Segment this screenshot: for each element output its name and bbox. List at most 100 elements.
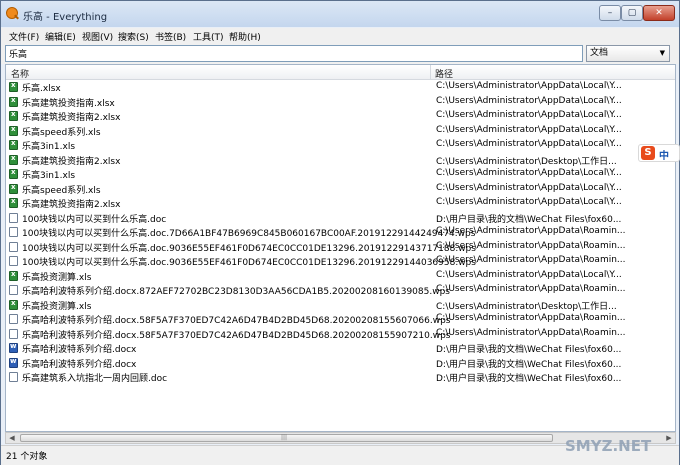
excel-icon xyxy=(9,168,18,179)
file-name: 乐高speed系列.xls xyxy=(22,127,101,138)
scroll-right-icon[interactable]: ▶ xyxy=(664,434,674,442)
file-name: 乐高哈利波特系列介绍.docx.872AEF72702BC23D8130D3AA… xyxy=(22,287,450,297)
table-row[interactable]: 乐高建筑投资指南2.xlsx C:\Users\Administrator\Des… xyxy=(6,153,675,167)
sogou-logo-icon: S xyxy=(641,146,655,160)
table-row[interactable]: 乐高speed系列.xls C:\Users\Administrator\AppD… xyxy=(6,182,675,196)
file-path: C:\Users\Administrator\AppData\Roamin... xyxy=(436,284,626,294)
word-icon xyxy=(9,342,18,353)
file-name: 100块钱以内可以买到什么乐高.doc.9036E55EF461F0D674EC… xyxy=(22,258,476,268)
table-row[interactable]: 乐高3in1.xls C:\Users\Administrator\AppData… xyxy=(6,138,675,152)
menu-file[interactable]: 文件(F) xyxy=(9,30,39,43)
file-path: D:\用户目录\我的文档\WeChat Files\fox60... xyxy=(436,214,622,225)
column-header-name[interactable]: 名称 xyxy=(11,67,29,80)
excel-icon xyxy=(9,81,18,92)
table-row[interactable]: 100块钱以内可以买到什么乐高.doc.7D66A1BF47B6969C845B… xyxy=(6,225,675,239)
wps-icon xyxy=(9,241,18,252)
excel-icon xyxy=(9,125,18,136)
table-row[interactable]: 100块钱以内可以买到什么乐高.doc.9036E55EF461F0D674EC… xyxy=(6,240,675,254)
file-name: 乐高.xlsx xyxy=(22,84,61,94)
doc-icon xyxy=(9,212,18,223)
column-divider[interactable] xyxy=(430,65,431,79)
file-name: 100块钱以内可以买到什么乐高.doc.9036E55EF461F0D674EC… xyxy=(22,243,476,254)
scroll-thumb[interactable]: ||| xyxy=(20,434,553,442)
table-row[interactable]: 乐高建筑投资指南.xlsx C:\Users\Administrator\AppD… xyxy=(6,95,675,109)
file-name: 乐高哈利波特系列介绍.docx xyxy=(22,359,137,370)
file-name: 乐高建筑投资指南.xlsx xyxy=(22,98,115,109)
excel-icon xyxy=(9,96,18,107)
file-path: C:\Users\Administrator\AppData\Roamin... xyxy=(436,226,626,236)
file-path: C:\Users\Administrator\AppData\Local\Y..… xyxy=(436,269,622,280)
table-row[interactable]: 乐高.xlsx C:\Users\Administrator\AppData\Lo… xyxy=(6,80,675,94)
menu-help[interactable]: 帮助(H) xyxy=(229,30,261,43)
file-path: C:\Users\Administrator\AppData\Local\Y..… xyxy=(436,124,622,135)
table-row[interactable]: 乐高哈利波特系列介绍.docx.58F5A7F370ED7C42A6D47B4D… xyxy=(6,312,675,326)
results-list[interactable]: 名称 路径 乐高.xlsx C:\Users\Administrator\AppD… xyxy=(5,64,676,432)
search-input[interactable] xyxy=(5,45,583,62)
table-row[interactable]: 乐高speed系列.xls C:\Users\Administrator\AppD… xyxy=(6,124,675,138)
file-name: 乐高建筑系入坑指北一周内回顾.doc xyxy=(22,374,168,384)
wps-icon xyxy=(9,314,18,324)
table-row[interactable]: 乐高投资测算.xls C:\Users\Administrator\Desktop… xyxy=(6,298,675,312)
file-name: 乐高哈利波特系列介绍.docx.58F5A7F370ED7C42A6D47B4D… xyxy=(22,330,451,341)
file-path: C:\Users\Administrator\AppData\Local\Y..… xyxy=(436,95,622,106)
wps-icon xyxy=(9,285,18,295)
menu-search[interactable]: 搜索(S) xyxy=(118,30,149,43)
table-row[interactable]: 乐高哈利波特系列介绍.docx D:\用户目录\我的文档\WeChat Files… xyxy=(6,341,675,355)
file-path: C:\Users\Administrator\AppData\Local\Y..… xyxy=(436,81,622,91)
excel-icon xyxy=(9,299,18,310)
excel-icon xyxy=(9,270,18,281)
file-name: 乐高建筑投资指南2.xlsx xyxy=(22,113,121,123)
chevron-down-icon: ▼ xyxy=(659,49,665,57)
maximize-button[interactable]: ▢ xyxy=(621,5,643,21)
file-path: C:\Users\Administrator\AppData\Local\Y..… xyxy=(436,139,622,149)
ime-mode[interactable]: 中 xyxy=(659,147,669,162)
ime-toolbar[interactable]: S 中 xyxy=(638,144,680,162)
scroll-left-icon[interactable]: ◀ xyxy=(7,434,17,442)
table-row[interactable]: 乐高哈利波特系列介绍.docx.58F5A7F370ED7C42A6D47B4D… xyxy=(6,327,675,341)
table-row[interactable]: 乐高建筑系入坑指北一周内回顾.doc D:\用户目录\我的文档\WeChat Fi… xyxy=(6,370,675,384)
app-window: 乐高 - Everything – ▢ ✕ 文件(F) 编辑(E) 视图(V) … xyxy=(0,0,680,465)
excel-icon xyxy=(9,197,18,208)
menu-tools[interactable]: 工具(T) xyxy=(193,30,224,43)
table-row[interactable]: 100块钱以内可以买到什么乐高.doc.9036E55EF461F0D674EC… xyxy=(6,254,675,268)
file-name: 乐高投资测算.xls xyxy=(22,301,92,312)
file-path: C:\Users\Administrator\AppData\Roamin... xyxy=(436,313,626,323)
menu-view[interactable]: 视图(V) xyxy=(82,30,113,43)
table-row[interactable]: 乐高哈利波特系列介绍.docx D:\用户目录\我的文档\WeChat Files… xyxy=(6,356,675,370)
file-path: C:\Users\Administrator\AppData\Local\Y..… xyxy=(436,182,622,193)
excel-icon xyxy=(9,154,18,165)
file-name: 乐高投资测算.xls xyxy=(22,272,92,283)
wps-icon xyxy=(9,256,18,266)
menu-bookmarks[interactable]: 书签(B) xyxy=(155,30,186,43)
file-path: C:\Users\Administrator\Desktop\工作日... xyxy=(436,156,617,167)
file-name: 乐高建筑投资指南2.xlsx xyxy=(22,156,121,167)
filter-dropdown[interactable]: 文档 ▼ xyxy=(586,45,670,62)
file-name: 100块钱以内可以买到什么乐高.doc.7D66A1BF47B6969C845B… xyxy=(22,229,476,239)
search-magnifier-icon xyxy=(6,7,18,19)
file-name: 乐高建筑投资指南2.xlsx xyxy=(22,200,121,210)
file-name: 100块钱以内可以买到什么乐高.doc xyxy=(22,214,167,225)
table-row[interactable]: 乐高3in1.xls C:\Users\Administrator\AppData… xyxy=(6,167,675,181)
file-path: C:\Users\Administrator\AppData\Roamin... xyxy=(436,327,626,338)
search-row: 文档 ▼ xyxy=(1,44,679,64)
file-path: C:\Users\Administrator\AppData\Local\Y..… xyxy=(436,197,622,207)
excel-icon xyxy=(9,139,18,150)
title-bar: 乐高 - Everything – ▢ ✕ xyxy=(1,1,679,27)
minimize-button[interactable]: – xyxy=(599,5,621,21)
table-row[interactable]: 乐高建筑投资指南2.xlsx C:\Users\Administrator\App… xyxy=(6,109,675,123)
doc-icon xyxy=(9,372,18,382)
close-button[interactable]: ✕ xyxy=(643,5,675,21)
file-name: 乐高哈利波特系列介绍.docx xyxy=(22,345,137,355)
file-path: D:\用户目录\我的文档\WeChat Files\fox60... xyxy=(436,359,622,370)
column-header-path[interactable]: 路径 xyxy=(435,67,453,80)
file-name: 乐高speed系列.xls xyxy=(22,185,101,196)
table-row[interactable]: 乐高投资测算.xls C:\Users\Administrator\AppData… xyxy=(6,269,675,283)
table-row[interactable]: 乐高建筑投资指南2.xlsx C:\Users\Administrator\App… xyxy=(6,196,675,210)
table-row[interactable]: 乐高哈利波特系列介绍.docx.872AEF72702BC23D8130D3AA… xyxy=(6,283,675,297)
filter-selected: 文档 xyxy=(590,48,609,58)
wps-icon xyxy=(9,227,18,237)
file-name: 乐高3in1.xls xyxy=(22,142,76,152)
file-path: C:\Users\Administrator\AppData\Local\Y..… xyxy=(436,168,622,178)
menu-edit[interactable]: 编辑(E) xyxy=(45,30,76,43)
table-row[interactable]: 100块钱以内可以买到什么乐高.doc D:\用户目录\我的文档\WeChat F… xyxy=(6,211,675,225)
